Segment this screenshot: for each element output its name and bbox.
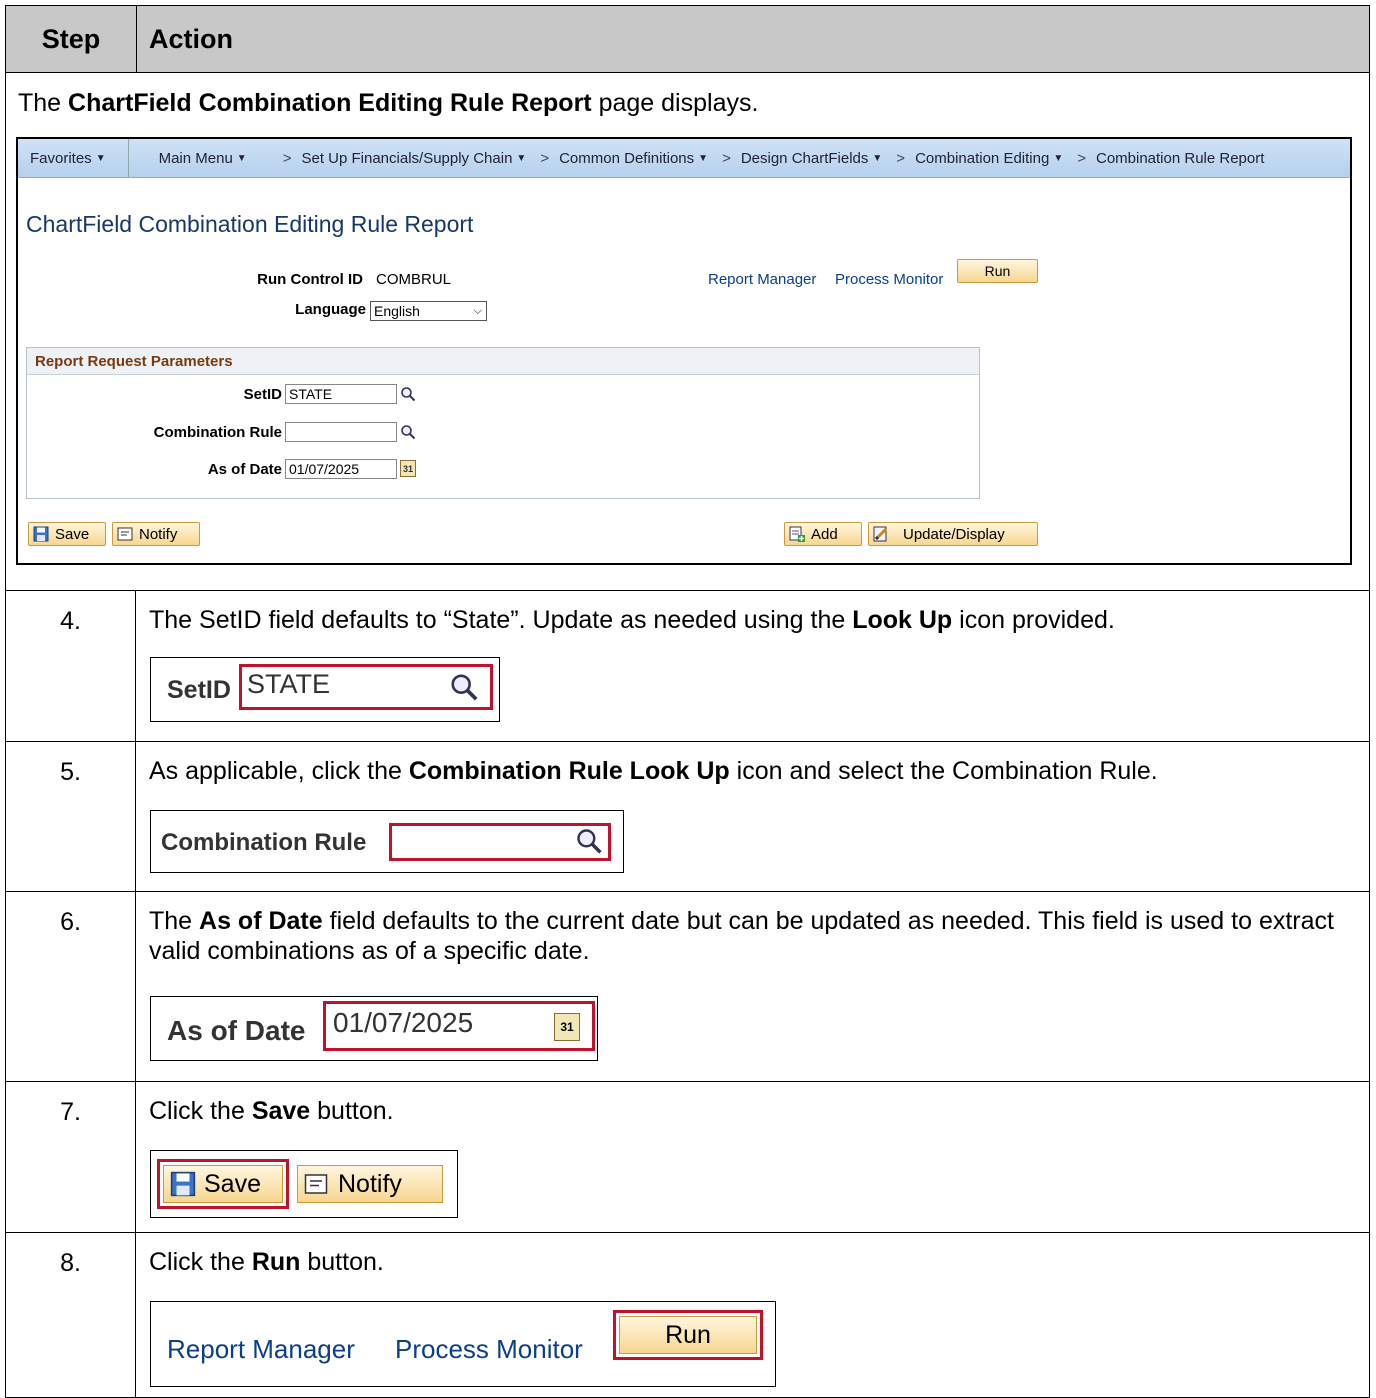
combination-rule-label: Combination Rule bbox=[161, 829, 367, 856]
step-number: 7. bbox=[6, 1082, 136, 1232]
chevron-right-icon: > bbox=[282, 149, 292, 167]
add-button[interactable]: Add bbox=[784, 522, 862, 546]
notify-button[interactable]: Notify bbox=[112, 522, 200, 546]
crumb-design-chartfields[interactable]: Design ChartFields ▼ bbox=[741, 150, 882, 167]
chevron-right-icon: > bbox=[896, 149, 906, 167]
chevron-right-icon: > bbox=[722, 149, 731, 167]
report-manager-link[interactable]: Report Manager bbox=[167, 1334, 355, 1365]
report-request-parameters-group: Report Request Parameters SetID STATE Co… bbox=[26, 347, 980, 499]
crumb-combination-rule-report[interactable]: Combination Rule Report bbox=[1096, 150, 1264, 167]
crumb-combination-editing[interactable]: Combination Editing ▼ bbox=[915, 150, 1063, 167]
table-header: Step Action bbox=[6, 6, 1369, 73]
table-row: 6. The As of Date field defaults to the … bbox=[6, 892, 1369, 1082]
setid-label: SetID bbox=[243, 386, 282, 403]
search-icon[interactable] bbox=[449, 672, 479, 702]
step-action: As applicable, click the Combination Rul… bbox=[136, 742, 1369, 891]
action-column-header: Action bbox=[149, 23, 233, 54]
step-action: The As of Date field defaults to the cur… bbox=[136, 892, 1369, 1081]
language-label: Language bbox=[295, 301, 366, 318]
crumb-common-definitions[interactable]: Common Definitions ▼ bbox=[559, 150, 708, 167]
notify-label: Notify bbox=[139, 525, 178, 543]
combination-rule-input[interactable] bbox=[285, 422, 397, 442]
step-action: Click the Save button. Save Notify bbox=[136, 1082, 1369, 1232]
chevron-down-icon: ▼ bbox=[1053, 152, 1064, 164]
combination-rule-input[interactable] bbox=[397, 825, 567, 855]
main-menu[interactable]: Main Menu ▼ bbox=[129, 150, 247, 167]
run-control-label: Run Control ID bbox=[257, 271, 363, 288]
step-number: 8. bbox=[6, 1233, 136, 1397]
save-notify-snippet: Save Notify bbox=[150, 1150, 458, 1218]
update-display-icon bbox=[873, 526, 888, 542]
step-number: 5. bbox=[6, 742, 136, 891]
breadcrumb: Favorites ▼ Main Menu ▼ > Set Up Financial… bbox=[18, 139, 1350, 178]
floppy-disk-icon bbox=[33, 526, 49, 542]
group-title: Report Request Parameters bbox=[27, 348, 979, 375]
chevron-down-icon: ▼ bbox=[516, 152, 527, 164]
calendar-icon[interactable]: 31 bbox=[400, 460, 416, 477]
crumb-setup-financials[interactable]: Set Up Financials/Supply Chain ▼ bbox=[301, 150, 526, 167]
as-of-date-input[interactable]: 01/07/2025 bbox=[285, 459, 397, 479]
setid-input[interactable]: STATE bbox=[285, 384, 397, 404]
step-number: 4. bbox=[6, 591, 136, 741]
add-label: Add bbox=[811, 525, 838, 543]
chevron-right-icon: > bbox=[1077, 149, 1086, 167]
setid-value[interactable]: STATE bbox=[247, 669, 330, 700]
as-of-date-label: As of Date bbox=[167, 1015, 306, 1046]
search-icon[interactable] bbox=[400, 424, 416, 440]
run-button[interactable]: Run bbox=[619, 1316, 757, 1354]
language-select[interactable]: English ⌵ bbox=[370, 301, 487, 321]
notify-icon bbox=[117, 527, 133, 541]
chevron-down-icon: ▼ bbox=[872, 152, 883, 164]
intro-text-post: page displays. bbox=[591, 89, 759, 117]
instruction-table: Step Action The ChartField Combination E… bbox=[5, 5, 1370, 1398]
search-icon[interactable] bbox=[400, 386, 416, 402]
update-display-button[interactable]: Update/Display bbox=[868, 522, 1038, 546]
page-title: ChartField Combination Editing Rule Repo… bbox=[26, 211, 474, 237]
step-number: 6. bbox=[6, 892, 136, 1081]
setid-label: SetID bbox=[167, 676, 231, 704]
combination-rule-snippet: Combination Rule bbox=[150, 810, 624, 873]
as-of-date-snippet: As of Date 01/07/2025 31 bbox=[150, 996, 598, 1061]
setid-snippet: SetID STATE bbox=[150, 657, 500, 722]
peoplesoft-screenshot: Favorites ▼ Main Menu ▼ > Set Up Financial… bbox=[16, 137, 1352, 565]
chevron-down-icon: ▼ bbox=[95, 152, 106, 164]
calendar-icon[interactable]: 31 bbox=[554, 1013, 580, 1041]
step-action: Click the Run button. Report Manager Pro… bbox=[136, 1233, 1369, 1397]
process-monitor-link[interactable]: Process Monitor bbox=[835, 271, 943, 288]
table-row: 4. The SetID field defaults to “State”. … bbox=[6, 591, 1369, 742]
notify-icon bbox=[304, 1174, 328, 1194]
process-monitor-link[interactable]: Process Monitor bbox=[395, 1334, 583, 1365]
update-display-label: Update/Display bbox=[903, 525, 1005, 543]
notify-button[interactable]: Notify bbox=[297, 1165, 443, 1203]
run-snippet: Report Manager Process Monitor Run bbox=[150, 1301, 776, 1387]
step-action: The SetID field defaults to “State”. Upd… bbox=[136, 591, 1369, 741]
intro-text-bold: ChartField Combination Editing Rule Repo… bbox=[68, 89, 592, 117]
run-control-value: COMBRUL bbox=[376, 271, 452, 288]
chevron-down-icon: ⌵ bbox=[473, 304, 482, 317]
combination-rule-label: Combination Rule bbox=[153, 424, 282, 441]
chevron-right-icon: > bbox=[540, 149, 550, 167]
table-row: 8. Click the Run button. Report Manager … bbox=[6, 1233, 1369, 1397]
intro-row: The ChartField Combination Editing Rule … bbox=[6, 73, 1369, 591]
table-row: 7. Click the Save button. Save Notify bbox=[6, 1082, 1369, 1233]
step-column-header: Step bbox=[6, 6, 137, 72]
save-label: Save bbox=[55, 525, 90, 543]
intro-text: The ChartField Combination Editing Rule … bbox=[18, 89, 758, 118]
floppy-disk-icon bbox=[170, 1171, 196, 1197]
chevron-down-icon: ▼ bbox=[236, 152, 247, 164]
add-icon bbox=[789, 526, 805, 542]
intro-text-pre: The bbox=[18, 89, 69, 117]
as-of-date-label: As of Date bbox=[207, 461, 282, 478]
table-row: 5. As applicable, click the Combination … bbox=[6, 742, 1369, 892]
run-button[interactable]: Run bbox=[957, 259, 1038, 283]
search-icon[interactable] bbox=[575, 827, 603, 855]
save-button[interactable]: Save bbox=[28, 522, 106, 546]
chevron-down-icon: ▼ bbox=[698, 152, 709, 164]
favorites-menu[interactable]: Favorites ▼ bbox=[18, 139, 129, 177]
save-button[interactable]: Save bbox=[163, 1165, 283, 1203]
as-of-date-value[interactable]: 01/07/2025 bbox=[333, 1007, 473, 1039]
report-manager-link[interactable]: Report Manager bbox=[708, 271, 816, 288]
